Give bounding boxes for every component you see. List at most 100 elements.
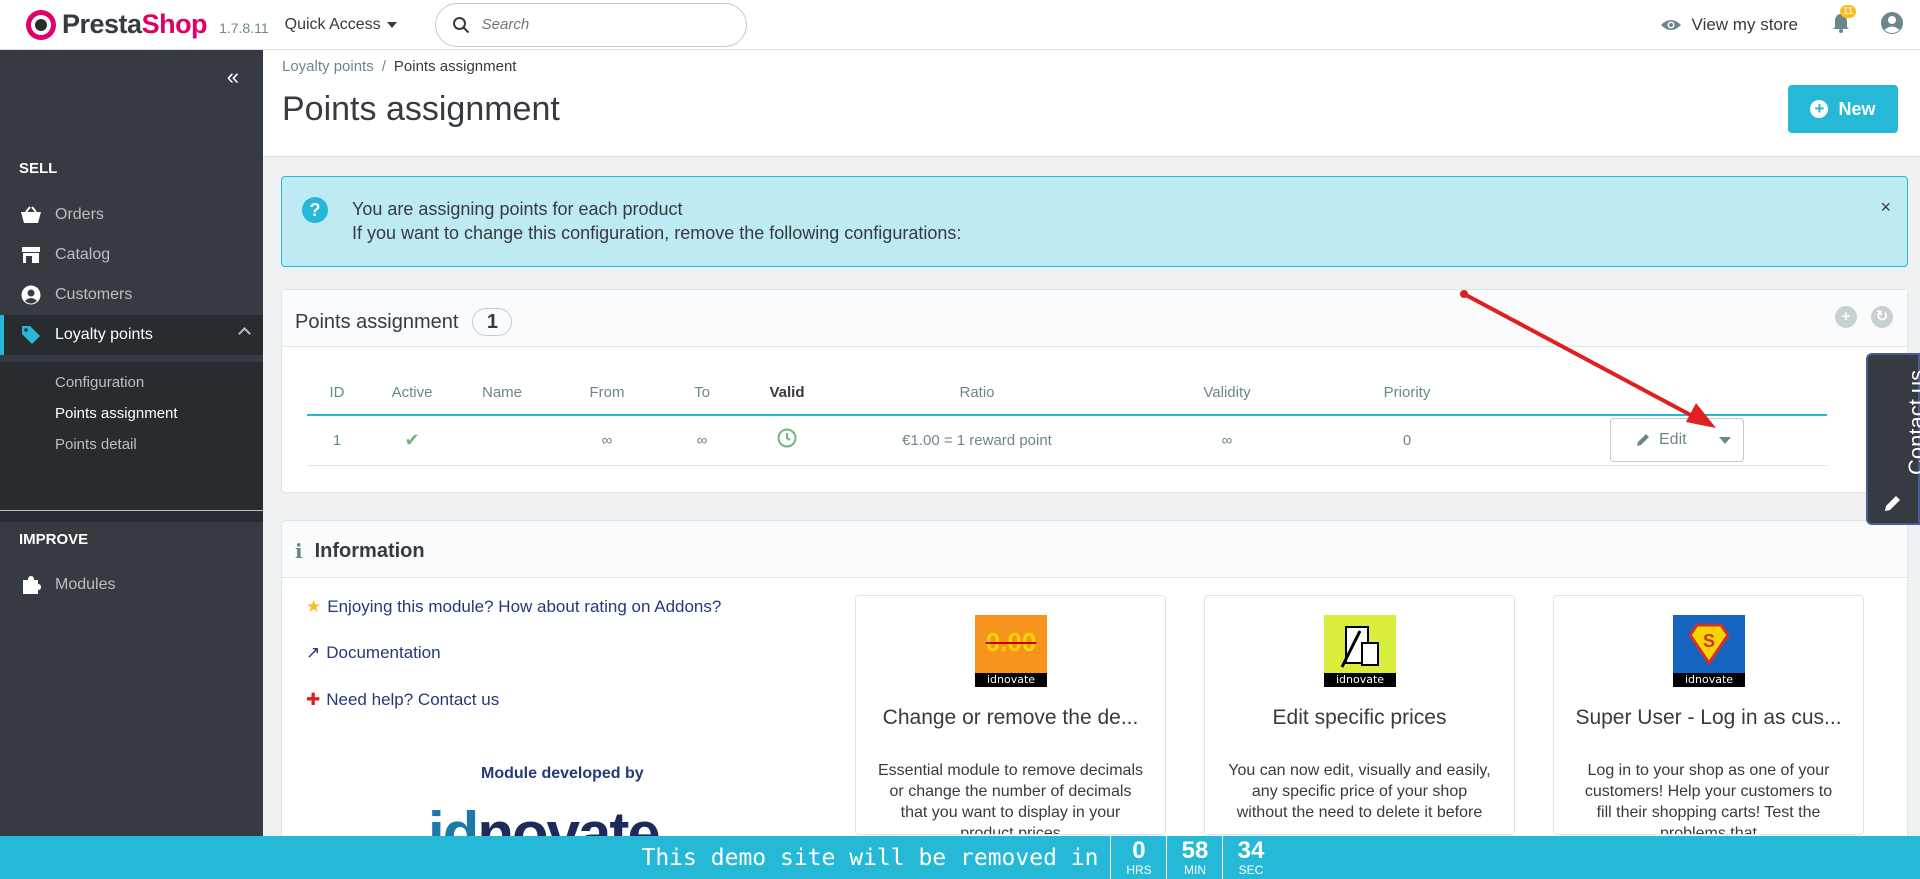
new-button-label: New bbox=[1838, 98, 1876, 119]
col-valid[interactable]: Valid bbox=[737, 370, 837, 416]
sidebar-item-loyalty-points[interactable]: Loyalty points bbox=[0, 315, 263, 355]
panel-header: i Information bbox=[282, 521, 1907, 578]
card-description: Essential module to remove decimals or c… bbox=[878, 762, 1144, 835]
cell-to: ∞ bbox=[667, 415, 737, 466]
sidebar-divider bbox=[0, 510, 263, 511]
sidebar-item-label: Orders bbox=[55, 206, 104, 223]
top-bar: PrestaShop 1.7.8.11 Quick Access View my… bbox=[0, 0, 1920, 50]
breadcrumb-parent-link[interactable]: Loyalty points bbox=[282, 58, 374, 75]
breadcrumb: Loyalty points / Points assignment bbox=[282, 58, 517, 75]
prestashop-logo[interactable]: PrestaShop bbox=[26, 9, 208, 40]
col-validity[interactable]: Validity bbox=[1117, 370, 1337, 416]
card-title: Super User - Log in as cus... bbox=[1575, 706, 1842, 729]
improve-section-title: IMPROVE bbox=[19, 531, 89, 548]
user-circle-icon bbox=[21, 285, 41, 305]
sidebar-item-label: Catalog bbox=[55, 246, 111, 263]
documentation-link[interactable]: ↗ Documentation bbox=[306, 643, 441, 663]
countdown-seconds: 34 SEC bbox=[1222, 836, 1278, 879]
col-to[interactable]: To bbox=[667, 370, 737, 416]
demo-countdown-bar: This demo site will be removed in 0 HRS … bbox=[0, 836, 1920, 879]
eye-icon bbox=[1660, 20, 1681, 30]
logo-text-shop: Shop bbox=[141, 9, 208, 39]
sidebar-item-customers[interactable]: Customers bbox=[0, 275, 263, 315]
info-icon: i bbox=[295, 539, 303, 563]
information-title: Information bbox=[314, 539, 425, 562]
pencil-icon bbox=[1885, 496, 1900, 511]
page-header: Loyalty points / Points assignment Points … bbox=[263, 50, 1920, 157]
sidebar: « SELL Orders Catalog Customers Loyalty … bbox=[0, 50, 263, 879]
breadcrumb-current: Points assignment bbox=[393, 58, 517, 75]
super-user-module-logo: S idnovate bbox=[1673, 615, 1745, 687]
star-icon: ★ bbox=[306, 597, 322, 616]
collapse-sidebar-icon[interactable]: « bbox=[227, 64, 239, 90]
sidebar-item-catalog[interactable]: Catalog bbox=[0, 235, 263, 275]
search-box[interactable] bbox=[434, 2, 747, 47]
prestashop-logo-icon bbox=[26, 9, 56, 40]
view-store-link[interactable]: View my store bbox=[1660, 15, 1798, 35]
store-icon bbox=[22, 247, 40, 263]
caret-down-icon[interactable] bbox=[1719, 436, 1731, 444]
search-input[interactable] bbox=[481, 16, 722, 33]
add-new-icon[interactable]: + bbox=[1835, 306, 1857, 328]
new-button[interactable]: + New bbox=[1788, 85, 1898, 133]
view-store-label: View my store bbox=[1691, 15, 1798, 34]
info-alert: ? You are assigning points for each prod… bbox=[281, 176, 1908, 267]
countdown-text: This demo site will be removed in bbox=[641, 844, 1099, 871]
quick-access-label: Quick Access bbox=[284, 15, 381, 33]
count-badge: 1 bbox=[472, 308, 513, 336]
search-icon bbox=[452, 16, 469, 33]
countdown-hours: 0 HRS bbox=[1110, 836, 1166, 879]
question-circle-icon: ? bbox=[302, 197, 328, 223]
alert-line-1: You are assigning points for each produc… bbox=[352, 199, 683, 219]
notifications-button[interactable]: 11 bbox=[1832, 5, 1857, 37]
quick-access-dropdown[interactable]: Quick Access bbox=[285, 16, 397, 34]
submenu-points-assignment[interactable]: Points assignment bbox=[55, 405, 178, 422]
cell-valid bbox=[737, 415, 837, 466]
col-ratio[interactable]: Ratio bbox=[837, 370, 1117, 416]
loyalty-submenu: Configuration Points assignment Points d… bbox=[0, 362, 263, 522]
sidebar-item-label: Modules bbox=[55, 576, 116, 593]
tag-icon bbox=[22, 326, 40, 344]
close-alert-icon[interactable]: × bbox=[1880, 197, 1891, 218]
user-avatar-button[interactable] bbox=[1880, 11, 1904, 39]
notifications-badge: 11 bbox=[1840, 5, 1857, 18]
card-description: You can now edit, visually and easily, a… bbox=[1228, 762, 1491, 821]
sidebar-item-orders[interactable]: Orders bbox=[0, 195, 263, 235]
basket-icon bbox=[21, 206, 41, 223]
sidebar-item-label: Customers bbox=[55, 286, 133, 303]
module-card-super-user[interactable]: S idnovate Super User - Log in as cus...… bbox=[1553, 595, 1864, 835]
module-card-decimals[interactable]: 0.00 idnovate Change or remove the de...… bbox=[855, 595, 1166, 835]
submenu-points-detail[interactable]: Points detail bbox=[55, 436, 137, 453]
refresh-icon[interactable]: ↻ bbox=[1871, 306, 1893, 328]
medkit-icon: ✚ bbox=[306, 690, 321, 709]
sell-section-title: SELL bbox=[19, 160, 58, 177]
check-icon[interactable]: ✔ bbox=[367, 415, 457, 466]
chevron-up-icon bbox=[238, 327, 251, 340]
sidebar-item-label: Loyalty points bbox=[55, 326, 153, 343]
cell-id: 1 bbox=[307, 415, 367, 466]
countdown-minutes: 58 MIN bbox=[1166, 836, 1222, 879]
col-from[interactable]: From bbox=[547, 370, 667, 416]
rate-module-link[interactable]: ★ Enjoying this module? How about rating… bbox=[306, 597, 721, 617]
col-active[interactable]: Active bbox=[367, 370, 457, 416]
col-id[interactable]: ID bbox=[307, 370, 367, 416]
sidebar-item-modules[interactable]: Modules bbox=[0, 565, 263, 605]
decimals-module-logo: 0.00 idnovate bbox=[975, 615, 1047, 687]
contact-us-tab[interactable]: Contact us bbox=[1866, 353, 1920, 525]
header-tools: View my store 11 bbox=[1660, 0, 1920, 50]
panel-tools: + ↻ bbox=[1835, 306, 1893, 328]
module-card-specific-prices[interactable]: idnovate Edit specific prices You can no… bbox=[1204, 595, 1515, 835]
puzzle-icon bbox=[23, 576, 41, 594]
user-circle-icon bbox=[1881, 12, 1903, 34]
logo-text-presta: Presta bbox=[62, 9, 142, 39]
contact-support-link[interactable]: ✚ Need help? Contact us bbox=[306, 690, 499, 710]
submenu-configuration[interactable]: Configuration bbox=[55, 374, 144, 391]
cell-name bbox=[457, 415, 547, 466]
col-name[interactable]: Name bbox=[457, 370, 547, 416]
card-title: Edit specific prices bbox=[1272, 706, 1447, 729]
external-link-icon: ↗ bbox=[306, 643, 321, 662]
module-developed-by: Module developed by bbox=[481, 765, 644, 782]
cell-from: ∞ bbox=[547, 415, 667, 466]
information-panel: i Information ★ Enjoying this module? Ho… bbox=[281, 520, 1908, 850]
clock-icon bbox=[777, 428, 797, 448]
